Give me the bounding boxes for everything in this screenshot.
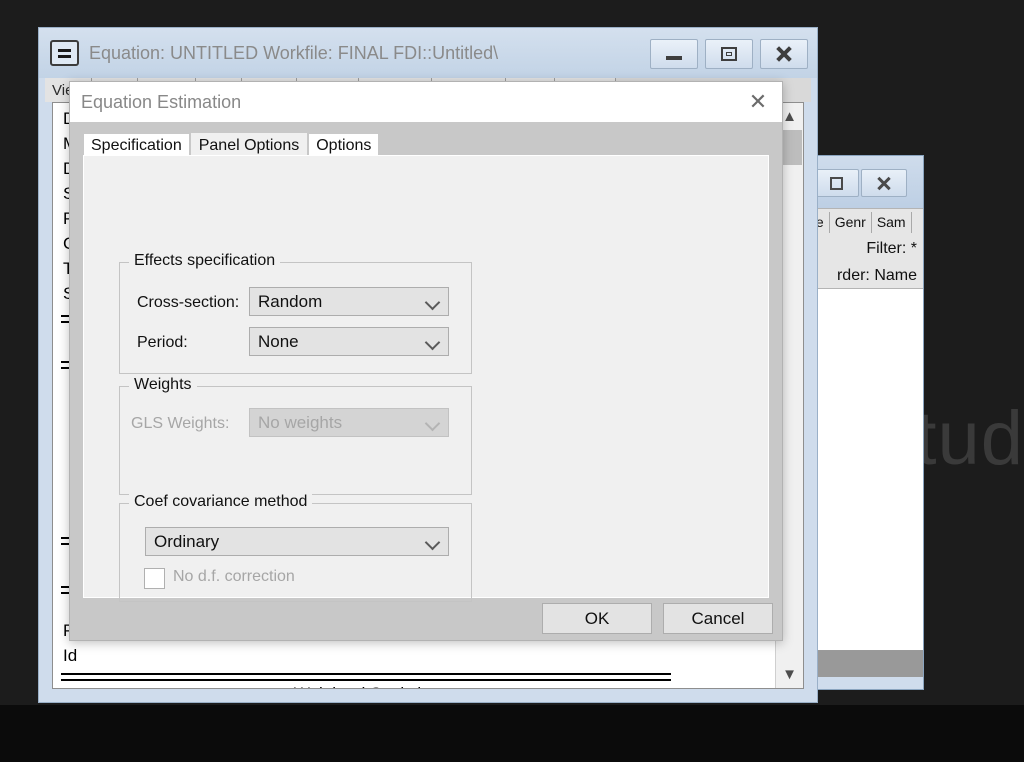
period-select[interactable]: None — [249, 327, 449, 356]
close-icon — [876, 175, 892, 191]
equation-estimation-dialog[interactable]: Equation Estimation ✕ Specification Pane… — [69, 81, 783, 641]
close-icon — [775, 45, 793, 63]
maximize-icon — [721, 47, 737, 61]
workfile-restore-button[interactable] — [813, 169, 859, 197]
gls-weights-value: No weights — [250, 413, 342, 433]
coef-covariance-select[interactable]: Ordinary — [145, 527, 449, 556]
coef-covariance-value: Ordinary — [146, 532, 219, 552]
dialog-tabs: Specification Panel Options Options — [83, 133, 380, 156]
cross-section-label: Cross-section: — [137, 294, 239, 312]
restore-icon — [830, 177, 843, 190]
equation-close-button[interactable] — [760, 39, 808, 69]
ok-button[interactable]: OK — [542, 603, 652, 634]
chevron-down-icon — [426, 335, 439, 348]
period-label: Period: — [137, 334, 188, 352]
equation-maximize-button[interactable] — [705, 39, 753, 69]
report-divider-9 — [61, 673, 671, 675]
minimize-icon — [666, 56, 682, 60]
cancel-button[interactable]: Cancel — [663, 603, 773, 634]
no-df-correction-label: No d.f. correction — [173, 568, 295, 586]
workfile-infobar: Filter: * rder: Name — [807, 235, 923, 289]
tab-specification[interactable]: Specification — [83, 133, 190, 156]
chevron-down-icon — [426, 535, 439, 548]
workfile-window[interactable]: te Genr Sam Filter: * rder: Name — [806, 155, 924, 690]
chevron-down-icon[interactable]: ▼ — [776, 661, 803, 688]
report-section-header: Weighted Statistics — [61, 684, 671, 689]
workfile-object-list[interactable] — [807, 289, 923, 651]
effects-specification-group: Effects specification — [119, 262, 472, 374]
weights-title: Weights — [129, 376, 197, 394]
desktop-taskbar-area — [0, 705, 1024, 762]
coef-covariance-title: Coef covariance method — [129, 493, 312, 511]
tab-options[interactable]: Options — [308, 133, 379, 156]
gls-weights-select[interactable]: No weights — [249, 408, 449, 437]
workfile-toolbar[interactable]: te Genr Sam — [807, 208, 923, 237]
report-tail-line-2: Id — [63, 646, 77, 666]
workfile-order-label: rder: Name — [807, 262, 917, 289]
workfile-close-button[interactable] — [861, 169, 907, 197]
report-divider-10 — [61, 679, 671, 681]
equation-minimize-button[interactable] — [650, 39, 698, 69]
period-value: None — [250, 332, 299, 352]
chevron-down-icon — [426, 295, 439, 308]
equation-window-buttons — [650, 39, 808, 69]
equals-icon — [50, 40, 79, 66]
chevron-down-icon — [426, 416, 439, 429]
workfile-toolbar-item-genr[interactable]: Genr — [830, 212, 872, 233]
equation-window-title: Equation: UNTITLED Workfile: FINAL FDI::… — [89, 43, 498, 64]
no-df-correction-checkbox[interactable] — [144, 568, 165, 589]
weights-group: Weights — [119, 386, 472, 495]
workfile-titlebar[interactable] — [807, 156, 923, 208]
equation-titlebar[interactable]: Equation: UNTITLED Workfile: FINAL FDI::… — [39, 28, 817, 78]
tab-panel-options[interactable]: Panel Options — [191, 133, 308, 156]
screen: Stud te Genr Sam Filter: * rder: Name — [0, 0, 1024, 762]
cross-section-select[interactable]: Random — [249, 287, 449, 316]
cross-section-value: Random — [250, 292, 322, 312]
workfile-toolbar-item-sam[interactable]: Sam — [872, 212, 912, 233]
dialog-content-panel: Effects specification Cross-section: Ran… — [83, 155, 769, 598]
dialog-title: Equation Estimation — [81, 92, 241, 113]
gls-weights-label: GLS Weights: — [131, 415, 229, 433]
close-icon[interactable]: ✕ — [746, 90, 770, 114]
workfile-status-bar — [807, 651, 923, 677]
effects-specification-title: Effects specification — [129, 252, 280, 270]
dialog-titlebar[interactable]: Equation Estimation ✕ — [70, 82, 782, 122]
workfile-filter-label: Filter: * — [807, 235, 917, 262]
